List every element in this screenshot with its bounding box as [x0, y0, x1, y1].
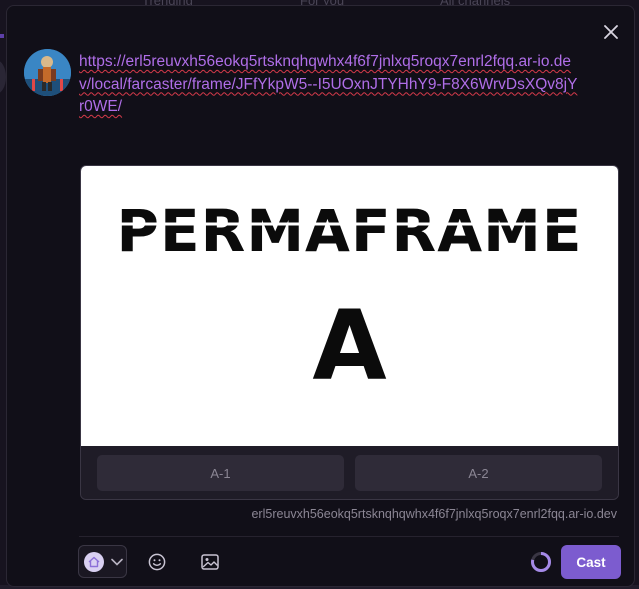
chevron-down-icon: [111, 558, 123, 566]
divider: [79, 536, 619, 537]
user-avatar[interactable]: [24, 49, 71, 96]
image-upload-button[interactable]: [199, 551, 221, 573]
frame-image: PERMAFRAME A: [81, 166, 618, 446]
channel-select[interactable]: [78, 545, 127, 578]
frame-domain: erl5reuvxh56eokq5rtsknqhqwhx4f6f7jnlxq5r…: [251, 507, 617, 521]
frame-button-bar: A-1 A-2: [81, 446, 618, 499]
image-icon: [201, 554, 219, 570]
cast-composer-modal: https://erl5reuvxh56eokq5rtsknqhqwhx4f6f…: [6, 5, 635, 587]
frame-image-title: PERMAFRAME: [117, 197, 583, 265]
frame-image-subtitle: A: [312, 290, 386, 402]
cast-text-input[interactable]: https://erl5reuvxh56eokq5rtsknqhqwhx4f6f…: [79, 51, 579, 119]
frame-button-2[interactable]: A-2: [355, 455, 602, 491]
cast-button[interactable]: Cast: [561, 545, 621, 579]
smiley-icon: [148, 553, 166, 571]
close-icon: [604, 25, 618, 39]
close-button[interactable]: [601, 22, 621, 42]
frame-button-1[interactable]: A-1: [97, 455, 344, 491]
backdrop-accent: [0, 34, 4, 38]
emoji-button[interactable]: [146, 551, 168, 573]
character-count-ring: [530, 551, 552, 573]
frame-embed: PERMAFRAME A A-1 A-2: [80, 165, 619, 500]
home-icon: [84, 551, 104, 572]
